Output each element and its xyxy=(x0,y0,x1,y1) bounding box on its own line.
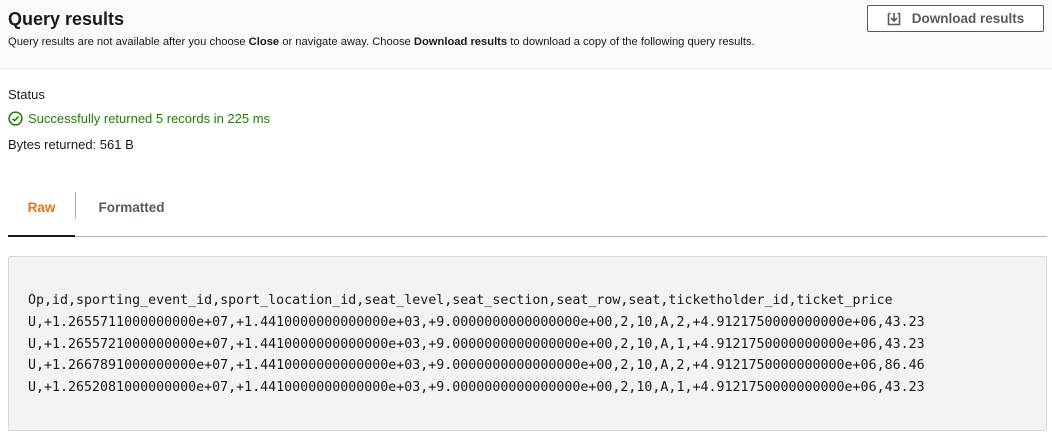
status-message: Successfully returned 5 records in 225 m… xyxy=(8,111,270,126)
description-text: Query results are not available after yo… xyxy=(8,36,249,48)
result-tabs: Raw Formatted xyxy=(8,190,1047,237)
bytes-returned: Bytes returned: 561 B xyxy=(8,137,134,152)
header-description: Query results are not available after yo… xyxy=(8,35,755,49)
tab-divider xyxy=(75,192,76,219)
tab-formatted-label: Formatted xyxy=(98,199,165,215)
result-row: U,+1.2667891000000000e+07,+1.44100000000… xyxy=(28,358,925,374)
query-results-header: Query results Query results are not avai… xyxy=(0,0,1052,69)
check-circle-icon xyxy=(8,111,23,126)
result-row: U,+1.2655711000000000e+07,+1.44100000000… xyxy=(28,314,925,330)
description-text: or navigate away. Choose xyxy=(279,36,414,48)
status-message-text: Successfully returned 5 records in 225 m… xyxy=(28,111,271,126)
raw-results-output: Op,id,sporting_event_id,sport_location_i… xyxy=(8,256,1047,431)
description-text: to download a copy of the following quer… xyxy=(507,36,755,48)
download-button-label: Download results xyxy=(911,11,1025,26)
status-label: Status xyxy=(8,87,45,102)
tab-raw-label: Raw xyxy=(27,199,56,215)
result-row: U,+1.2652081000000000e+07,+1.44100000000… xyxy=(28,380,925,396)
download-results-button[interactable]: Download results xyxy=(867,5,1044,32)
download-icon xyxy=(887,12,901,26)
result-header-row: Op,id,sporting_event_id,sport_location_i… xyxy=(28,293,893,308)
tab-raw[interactable]: Raw xyxy=(8,190,75,237)
result-row: U,+1.2655721000000000e+07,+1.44100000000… xyxy=(28,336,925,352)
description-close-keyword: Close xyxy=(248,36,280,48)
description-download-keyword: Download results xyxy=(413,36,508,48)
page-title: Query results xyxy=(8,9,125,29)
tab-formatted[interactable]: Formatted xyxy=(77,190,186,236)
